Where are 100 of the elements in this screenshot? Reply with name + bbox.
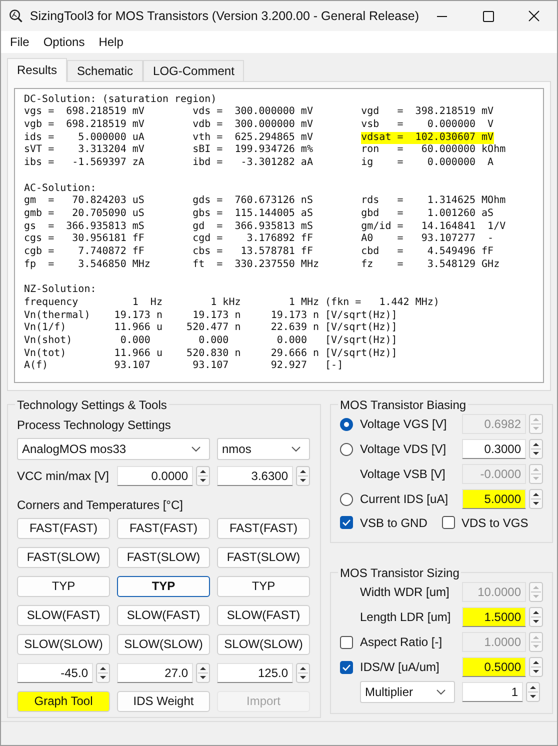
spin-button[interactable]: [529, 607, 543, 628]
result-value: vgb = 698.218519 mV: [24, 119, 144, 132]
corner-button[interactable]: SLOW(SLOW): [217, 634, 310, 655]
result-value: gbd = 1.001260 aS: [361, 208, 494, 221]
tab[interactable]: Schematic: [67, 60, 144, 81]
field-label: Current IDS [uA]: [360, 492, 450, 506]
result-value: cbd = 4.549496 fF: [361, 246, 494, 259]
spin-button[interactable]: [196, 466, 210, 486]
number-field[interactable]: 0.5000: [462, 657, 526, 678]
result-value: fz = 3.548129 GHz: [361, 258, 500, 272]
field-label: Voltage VDS [V]: [360, 442, 448, 456]
result-line: A(f) 93.107 93.107 92.927 [-]: [24, 360, 344, 374]
window-title: SizingTool3 for MOS Transistors (Version 3.200.00 - General Release): [30, 9, 419, 23]
field-label: Voltage VSB [V]: [360, 467, 446, 482]
corner-button[interactable]: SLOW(SLOW): [17, 634, 110, 655]
number-field[interactable]: 3.6300: [217, 466, 293, 486]
section-title: DC-Solution: (saturation region): [24, 94, 218, 106]
corner-button[interactable]: FAST(FAST): [17, 518, 110, 539]
checkbox-label: VSB to GND: [360, 516, 428, 530]
result-line: Vn(shot) 0.000 0.000 0.000 [V/sqrt(Hz)]: [24, 334, 398, 348]
number-field[interactable]: 1: [462, 682, 523, 702]
group-title: Technology Settings & Tools: [16, 398, 168, 412]
section-label: Corners and Temperatures [°C]: [17, 498, 184, 512]
radio-button[interactable]: [340, 442, 353, 456]
result-value: gmb = 20.705090 uS: [24, 208, 144, 221]
result-value: vgs = 698.218519 mV: [24, 106, 144, 119]
dropdown[interactable]: Multiplier: [360, 681, 455, 704]
spin-button[interactable]: [96, 662, 110, 683]
result-value: fp = 3.546850 MHz: [24, 258, 150, 272]
checkbox[interactable]: [340, 660, 353, 674]
corner-button[interactable]: SLOW(SLOW): [117, 634, 210, 655]
field-label: VCC min/max [V]: [17, 468, 110, 483]
spin-button[interactable]: [196, 662, 210, 683]
action-button[interactable]: Graph Tool: [17, 690, 110, 712]
section-title: NZ-Solution:: [24, 284, 98, 297]
result-value: ig = 0.000000 A: [361, 157, 494, 170]
result-value: ibs = -1.569397 zA: [24, 157, 144, 170]
field-label: Aspect Ratio [-]: [360, 635, 444, 650]
result-value: vgd = 398.218519 mV: [361, 106, 494, 119]
spin-button[interactable]: [296, 662, 310, 683]
group-title: MOS Transistor Biasing: [339, 398, 468, 412]
result-value: ron = 60.000000 kOhm: [361, 144, 506, 157]
dropdown[interactable]: nmos: [217, 438, 310, 460]
result-value: vsb = 0.000000 V: [361, 119, 494, 132]
result-value: gd = 366.935813 mS: [192, 220, 313, 233]
chevron-icon: [436, 689, 446, 696]
spin-button[interactable]: [529, 657, 543, 678]
number-field[interactable]: 1.5000: [462, 607, 526, 628]
spin-button[interactable]: [529, 489, 543, 510]
menu-item[interactable]: File: [3, 34, 36, 49]
result-value: cgs = 30.956181 fF: [24, 233, 144, 246]
result-value: cbs = 13.578781 fF: [192, 246, 313, 259]
field-label: Width WDR [um]: [360, 585, 450, 600]
result-value: rds = 1.314625 MOhm: [361, 195, 506, 208]
number-field[interactable]: 5.0000: [462, 489, 526, 510]
result-value: gbs = 115.144005 aS: [192, 208, 313, 221]
corner-button[interactable]: FAST(FAST): [117, 518, 210, 539]
result-line: Vn(1/f) 11.966 u 520.477 n 22.639 n [V/sqrt(Hz)]: [24, 322, 398, 335]
dropdown[interactable]: AnalogMOS mos33: [17, 438, 210, 460]
result-value: cgb = 7.740872 fF: [24, 246, 144, 259]
tab[interactable]: Results: [7, 58, 68, 82]
section-title: AC-Solution:: [24, 182, 98, 196]
menu-item[interactable]: Help: [92, 34, 130, 49]
corner-button[interactable]: FAST(SLOW): [17, 546, 110, 568]
checkbox-label: VDS to VGS: [462, 516, 530, 530]
result-value: ids = 5.000000 uA: [24, 132, 144, 144]
number-field[interactable]: 0.0000: [117, 466, 193, 486]
result-value: vdsat = 102.030607 mV: [361, 132, 494, 144]
corner-button[interactable]: TYP: [17, 576, 110, 597]
result-value: vdb = 300.000000 mV: [192, 119, 313, 132]
number-field[interactable]: 125.0: [217, 662, 293, 683]
checkbox[interactable]: [442, 516, 454, 530]
spin-button[interactable]: [296, 466, 310, 486]
corner-button[interactable]: SLOW(FAST): [117, 604, 210, 626]
result-value: gm = 70.824203 uS: [24, 195, 144, 208]
corner-button[interactable]: FAST(SLOW): [117, 546, 210, 568]
tab[interactable]: LOG-Comment: [143, 60, 244, 81]
radio-button[interactable]: [340, 492, 353, 506]
checkbox[interactable]: [340, 516, 353, 530]
result-line: Vn(thermal) 19.173 n 19.173 n 19.173 n [V/sqrt(Hz)]: [24, 310, 398, 322]
result-value: vth = 625.294865 mV: [192, 132, 313, 144]
action-button: Import: [217, 690, 310, 712]
section-label: Process Technology Settings: [17, 418, 172, 432]
corner-button[interactable]: TYP: [117, 576, 210, 597]
result-value: gm/id = 14.164841 1/V: [361, 220, 506, 234]
corner-button[interactable]: SLOW(FAST): [17, 604, 110, 626]
result-value: gs = 366.935813 mS: [24, 220, 144, 233]
spin-button[interactable]: [529, 439, 543, 460]
number-field[interactable]: -45.0: [17, 662, 93, 683]
corner-button[interactable]: FAST(SLOW): [217, 546, 310, 568]
corner-button[interactable]: TYP: [217, 576, 310, 597]
corner-button[interactable]: FAST(FAST): [217, 518, 310, 539]
number-field[interactable]: 27.0: [117, 662, 193, 683]
number-field[interactable]: 0.3000: [462, 439, 526, 460]
action-button[interactable]: IDS Weight: [117, 690, 210, 712]
menu-item[interactable]: Options: [36, 34, 92, 49]
spin-button[interactable]: [526, 682, 540, 702]
result-value: ft = 330.237550 MHz: [192, 258, 319, 272]
chevron-icon: [291, 446, 301, 452]
corner-button[interactable]: SLOW(FAST): [217, 604, 310, 626]
